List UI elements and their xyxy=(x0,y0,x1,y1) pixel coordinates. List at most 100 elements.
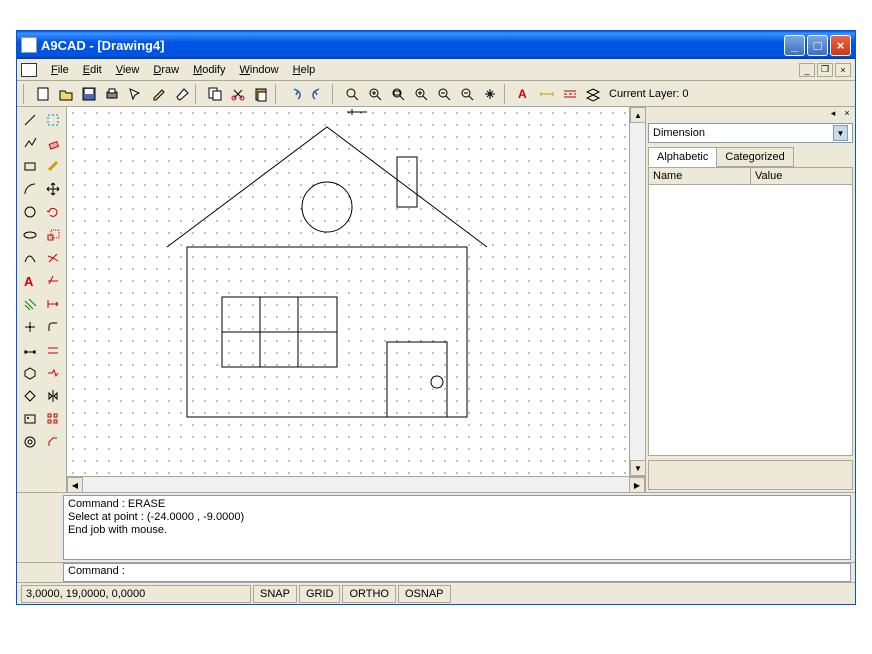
object-type-select[interactable]: Dimension ▼ xyxy=(648,123,853,143)
layers-icon[interactable] xyxy=(582,83,604,105)
dropper2-icon[interactable] xyxy=(170,83,192,105)
minimize-button[interactable]: _ xyxy=(784,35,805,56)
hscroll-track[interactable] xyxy=(83,477,629,492)
vertical-scrollbar[interactable]: ▲ ▼ xyxy=(629,107,645,476)
select-window-icon[interactable] xyxy=(42,109,64,131)
zoom-out-icon[interactable] xyxy=(456,83,478,105)
titlebar[interactable]: A9CAD - [Drawing4] _ □ × xyxy=(17,31,855,59)
array-tool-icon[interactable] xyxy=(42,408,64,430)
text-tool-icon[interactable]: A xyxy=(19,270,41,292)
close-button[interactable]: × xyxy=(830,35,851,56)
scale-tool-icon[interactable] xyxy=(42,224,64,246)
property-grid[interactable]: Name Value xyxy=(648,167,853,456)
menu-modify[interactable]: Modify xyxy=(187,62,231,78)
zoom-all-icon[interactable] xyxy=(364,83,386,105)
region-tool-icon[interactable] xyxy=(19,385,41,407)
mdi-controls: _ ❐ × xyxy=(799,63,851,77)
window-title: A9CAD - [Drawing4] xyxy=(41,38,784,53)
scroll-right-icon[interactable]: ▶ xyxy=(629,477,645,492)
chamfer-tool-icon[interactable] xyxy=(42,431,64,453)
dropdown-icon[interactable]: ▼ xyxy=(833,125,848,141)
ortho-toggle[interactable]: ORTHO xyxy=(342,585,396,603)
menu-draw[interactable]: Draw xyxy=(147,62,185,78)
zoom-realtime-icon[interactable] xyxy=(433,83,455,105)
ellipse-tool-icon[interactable] xyxy=(19,224,41,246)
save-icon[interactable] xyxy=(78,83,100,105)
linetype-icon[interactable] xyxy=(559,83,581,105)
main-area: A xyxy=(17,107,855,492)
menu-window[interactable]: Window xyxy=(233,62,284,78)
scroll-down-icon[interactable]: ▼ xyxy=(630,460,646,476)
command-history[interactable]: Command : ERASE Select at point : (-24.0… xyxy=(63,495,851,560)
properties-panel: ◂ × Dimension ▼ Alphabetic Categorized N… xyxy=(645,107,855,492)
zoom-extents-icon[interactable] xyxy=(341,83,363,105)
copy-icon[interactable] xyxy=(204,83,226,105)
zoom-window-icon[interactable] xyxy=(387,83,409,105)
break-tool-icon[interactable] xyxy=(42,362,64,384)
col-value: Value xyxy=(751,168,852,184)
trim-tool-icon[interactable] xyxy=(42,270,64,292)
osnap-toggle[interactable]: OSNAP xyxy=(398,585,451,603)
image-tool-icon[interactable] xyxy=(19,408,41,430)
polyline-tool-icon[interactable] xyxy=(19,132,41,154)
mdi-restore-button[interactable]: ❐ xyxy=(817,63,833,77)
open-icon[interactable] xyxy=(55,83,77,105)
rotate-tool-icon[interactable] xyxy=(42,201,64,223)
circle-tool-icon[interactable] xyxy=(19,201,41,223)
donut-tool-icon[interactable] xyxy=(19,431,41,453)
maximize-button[interactable]: □ xyxy=(807,35,828,56)
drawing-canvas[interactable] xyxy=(67,107,629,476)
offset-tool-icon[interactable] xyxy=(42,339,64,361)
undo-icon[interactable] xyxy=(284,83,306,105)
pick-icon[interactable] xyxy=(124,83,146,105)
dim-style-icon[interactable] xyxy=(536,83,558,105)
scroll-up-icon[interactable]: ▲ xyxy=(630,107,646,123)
eyedropper-icon[interactable] xyxy=(147,83,169,105)
object-type-value: Dimension xyxy=(653,127,705,139)
move-tool-icon[interactable] xyxy=(42,178,64,200)
hatch-tool-icon[interactable] xyxy=(19,293,41,315)
explode-tool-icon[interactable] xyxy=(42,247,64,269)
erase-tool-icon[interactable] xyxy=(42,132,64,154)
new-icon[interactable] xyxy=(32,83,54,105)
svg-text:A: A xyxy=(518,87,527,101)
menu-help[interactable]: Help xyxy=(287,62,322,78)
vscroll-track[interactable] xyxy=(630,123,645,460)
dimension-tool-icon[interactable] xyxy=(19,339,41,361)
mdi-close-button[interactable]: × xyxy=(835,63,851,77)
panel-close-icon[interactable]: × xyxy=(841,107,853,119)
redo-icon[interactable] xyxy=(307,83,329,105)
rectangle-tool-icon[interactable] xyxy=(19,155,41,177)
main-toolbar: A Current Layer: 0 xyxy=(17,81,855,107)
print-icon[interactable] xyxy=(101,83,123,105)
panel-pin-icon[interactable]: ◂ xyxy=(827,107,839,119)
menu-view[interactable]: View xyxy=(110,62,146,78)
extend-tool-icon[interactable] xyxy=(42,293,64,315)
brush-tool-icon[interactable] xyxy=(42,155,64,177)
current-layer-label: Current Layer: 0 xyxy=(609,88,688,100)
snap-toggle[interactable]: SNAP xyxy=(253,585,297,603)
mdi-minimize-button[interactable]: _ xyxy=(799,63,815,77)
scroll-left-icon[interactable]: ◀ xyxy=(67,477,83,492)
line-tool-icon[interactable] xyxy=(19,109,41,131)
grid-toggle[interactable]: GRID xyxy=(299,585,341,603)
col-name: Name xyxy=(649,168,751,184)
point-tool-icon[interactable] xyxy=(19,316,41,338)
menu-edit[interactable]: Edit xyxy=(77,62,108,78)
block-insert-icon[interactable] xyxy=(19,362,41,384)
tab-categorized[interactable]: Categorized xyxy=(716,147,793,167)
fillet-tool-icon[interactable] xyxy=(42,316,64,338)
menu-file[interactable]: File xyxy=(45,62,75,78)
command-input[interactable]: Command : xyxy=(63,563,851,582)
zoom-in-icon[interactable] xyxy=(410,83,432,105)
cut-icon[interactable] xyxy=(227,83,249,105)
pan-icon[interactable] xyxy=(479,83,501,105)
mirror-tool-icon[interactable] xyxy=(42,385,64,407)
arc-tool-icon[interactable] xyxy=(19,178,41,200)
horizontal-scrollbar[interactable]: ◀ ▶ xyxy=(67,476,645,492)
property-tabs: Alphabetic Categorized xyxy=(648,147,853,167)
text-style-icon[interactable]: A xyxy=(513,83,535,105)
spline-tool-icon[interactable] xyxy=(19,247,41,269)
paste-icon[interactable] xyxy=(250,83,272,105)
tab-alphabetic[interactable]: Alphabetic xyxy=(648,147,717,167)
